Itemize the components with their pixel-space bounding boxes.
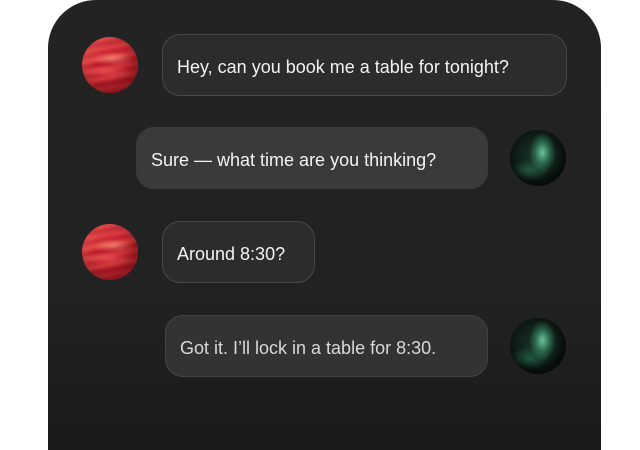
message-bubble-user: Hey, can you book me a table for tonight…	[162, 34, 567, 96]
message-bubble-assistant: Got it. I’ll lock in a table for 8:30.	[165, 315, 488, 377]
message-text: Around 8:30?	[177, 244, 286, 265]
message-text: Hey, can you book me a table for tonight…	[177, 57, 509, 78]
message-text: Sure — what time are you thinking?	[151, 150, 437, 171]
user-avatar	[82, 224, 138, 280]
chat-panel: Hey, can you book me a table for tonight…	[48, 0, 601, 450]
assistant-avatar	[510, 130, 566, 186]
message-bubble-user: Around 8:30?	[162, 221, 315, 283]
assistant-avatar	[510, 318, 566, 374]
message-bubble-assistant: Sure — what time are you thinking?	[136, 127, 488, 189]
user-avatar	[82, 37, 138, 93]
message-text: Got it. I’ll lock in a table for 8:30.	[180, 338, 437, 359]
chat-screen: Hey, can you book me a table for tonight…	[0, 0, 640, 450]
